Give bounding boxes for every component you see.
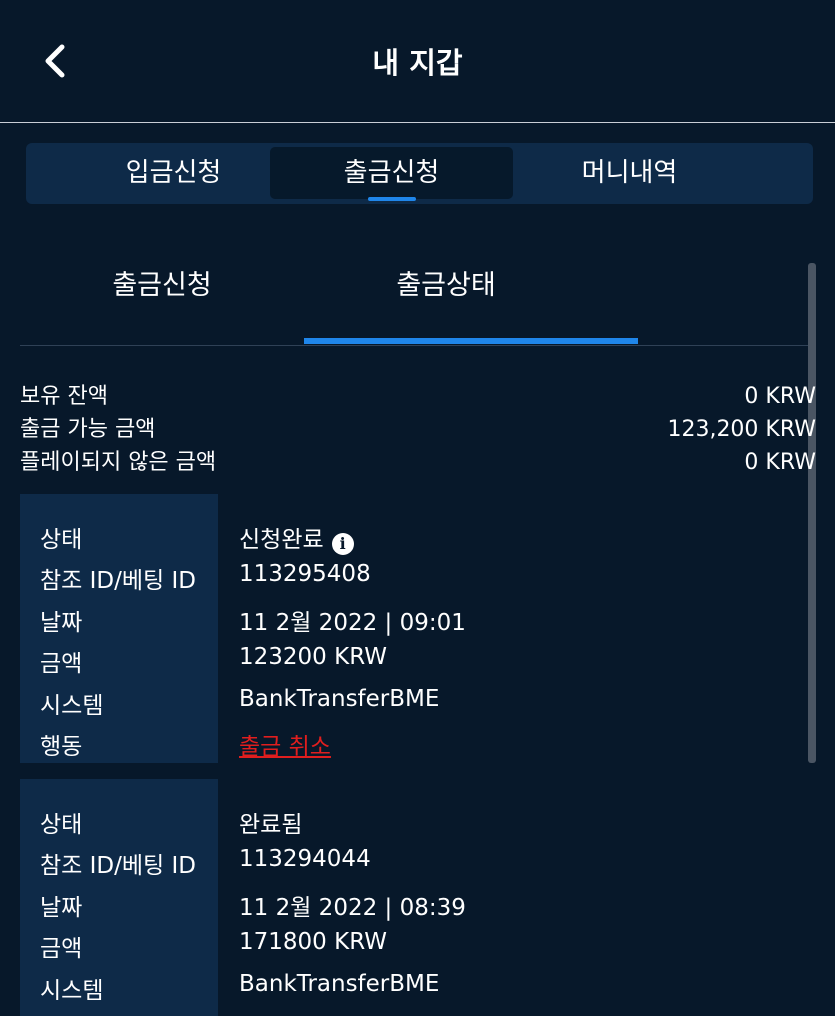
- summary-row: 출금 가능 금액 123,200 KRW: [20, 413, 816, 446]
- active-subtab-indicator: [304, 338, 638, 344]
- card-label: 상태: [40, 527, 83, 553]
- card-row-ref: 참조 ID/베팅 ID 113294044: [20, 840, 810, 881]
- card-label: 행동: [40, 733, 83, 760]
- cancel-withdrawal-link[interactable]: 출금 취소: [239, 727, 331, 761]
- card-row-status: 상태 완료됨: [20, 799, 810, 840]
- system-value: BankTransferBME: [239, 685, 440, 712]
- status-value: 신청완료 i: [239, 520, 354, 555]
- card-row-action: 행동 출금 취소: [20, 721, 810, 762]
- amount-value: 123200 KRW: [239, 644, 387, 671]
- card-label: 시스템: [40, 692, 104, 719]
- card-label: 시스템: [40, 977, 104, 1004]
- app-header: 내 지갑: [0, 0, 835, 123]
- summary-row: 플레이되지 않은 금액 0 KRW: [20, 446, 816, 479]
- card-label: 금액: [40, 651, 83, 678]
- ref-value: 113295408: [239, 561, 371, 588]
- card-label: 날짜: [40, 609, 83, 636]
- subtab-withdraw-status[interactable]: 출금상태: [304, 264, 638, 344]
- date-value: 11 2월 2022 | 09:01: [239, 609, 466, 636]
- summary-label: 플레이되지 않은 금액: [20, 450, 217, 475]
- status-text: 신청완료: [239, 527, 324, 553]
- card-row-ref: 참조 ID/베팅 ID 113295408: [20, 555, 810, 596]
- summary-label: 보유 잔액: [20, 384, 108, 409]
- status-value: 완료됨: [239, 812, 303, 838]
- tab-withdraw-label: 출금신청: [343, 158, 440, 188]
- subtab-withdraw-status-label: 출금상태: [396, 270, 496, 301]
- tab-money-history[interactable]: 머니내역: [508, 147, 751, 199]
- transaction-card: 상태 신청완료 i 참조 ID/베팅 ID 113295408 날짜 11 2월 …: [20, 494, 810, 763]
- summary-label: 출금 가능 금액: [20, 417, 156, 442]
- sub-tab-bar: 출금신청 출금상태: [20, 250, 816, 346]
- summary-value: 123,200 KRW: [667, 417, 816, 442]
- card-label: 참조 ID/베팅 ID: [40, 568, 196, 595]
- summary-value: 0 KRW: [744, 384, 816, 409]
- transaction-card: 상태 완료됨 참조 ID/베팅 ID 113294044 날짜 11 2월 20…: [20, 779, 810, 1016]
- page-title: 내 지갑: [372, 46, 463, 80]
- info-icon[interactable]: i: [331, 533, 354, 555]
- card-label: 상태: [40, 812, 83, 838]
- tab-deposit[interactable]: 입금신청: [52, 147, 295, 199]
- card-row-date: 날짜 11 2월 2022 | 08:39: [20, 882, 810, 923]
- amount-value: 171800 KRW: [239, 929, 387, 956]
- summary-value: 0 KRW: [744, 450, 816, 475]
- card-row-amount: 금액 123200 KRW: [20, 638, 810, 679]
- summary-row: 보유 잔액 0 KRW: [20, 380, 816, 413]
- card-row-system: 시스템 BankTransferBME: [20, 965, 810, 1006]
- ref-value: 113294044: [239, 846, 371, 873]
- card-row-date: 날짜 11 2월 2022 | 09:01: [20, 597, 810, 638]
- card-row-system: 시스템 BankTransferBME: [20, 680, 810, 721]
- tab-withdraw[interactable]: 출금신청: [270, 147, 513, 201]
- system-value: BankTransferBME: [239, 970, 440, 997]
- date-value: 11 2월 2022 | 08:39: [239, 894, 466, 921]
- card-row-status: 상태 신청완료 i: [20, 514, 810, 555]
- card-label: 날짜: [40, 894, 83, 921]
- balance-summary: 보유 잔액 0 KRW 출금 가능 금액 123,200 KRW 플레이되지 않…: [20, 380, 816, 479]
- card-label: 금액: [40, 936, 83, 963]
- main-tab-bar: 입금신청 출금신청 머니내역: [26, 143, 813, 204]
- active-tab-indicator: [367, 197, 416, 201]
- card-row-amount: 금액 171800 KRW: [20, 923, 810, 964]
- subtab-withdraw-request[interactable]: 출금신청: [112, 264, 212, 308]
- card-label: 참조 ID/베팅 ID: [40, 853, 196, 880]
